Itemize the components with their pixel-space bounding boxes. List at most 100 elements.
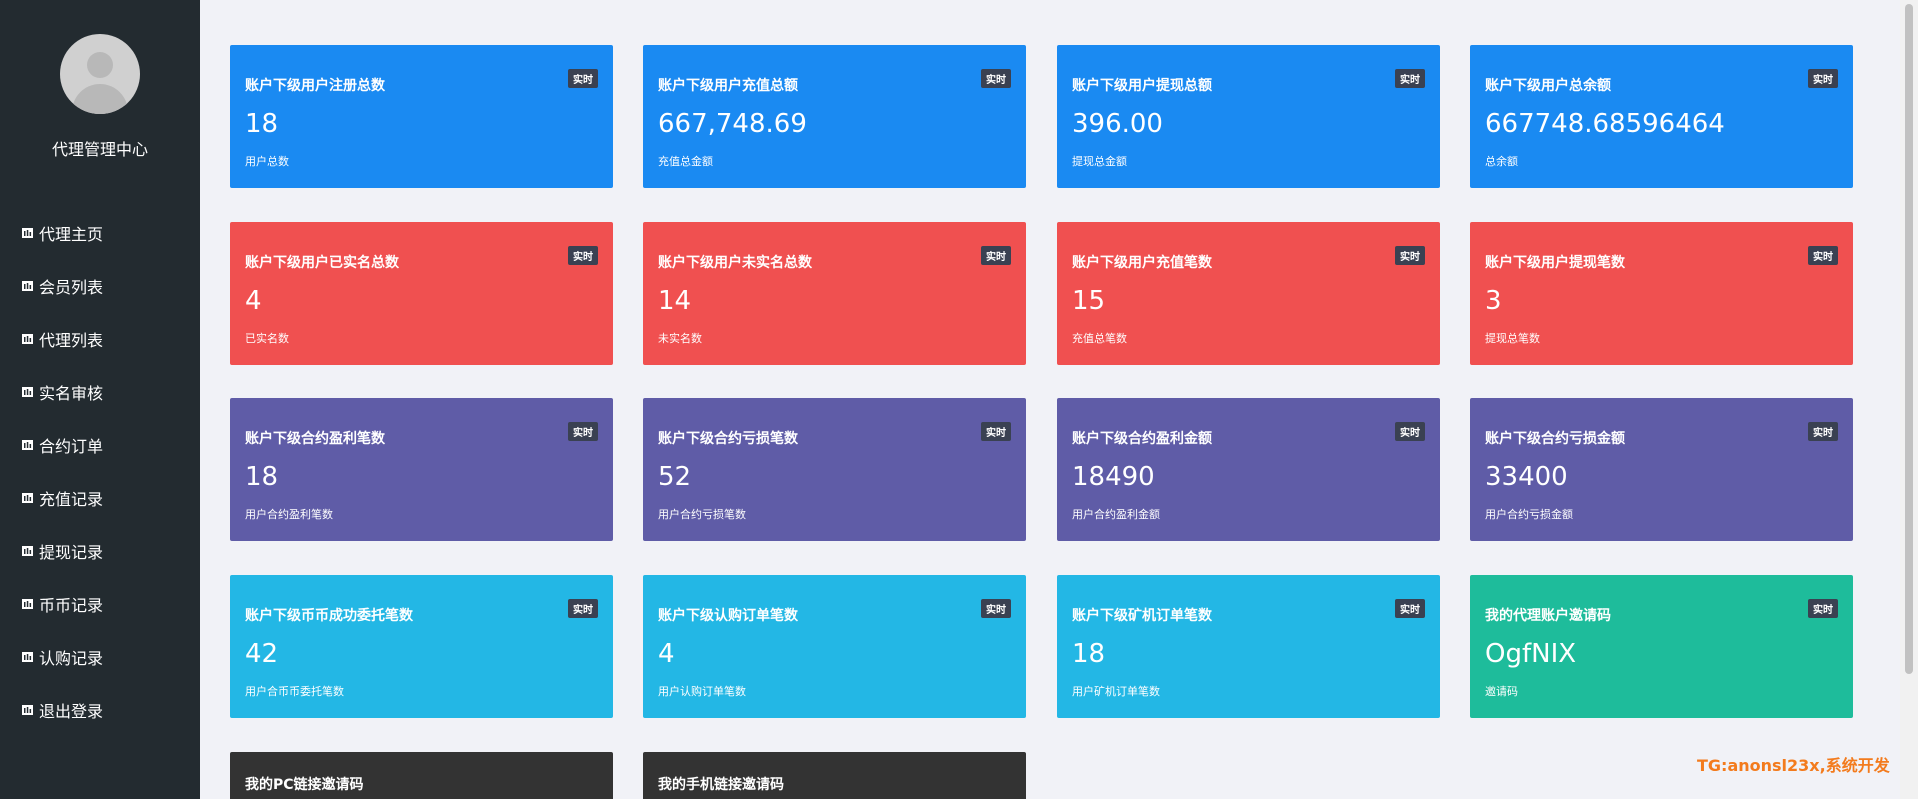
bar-chart-icon: [22, 280, 33, 291]
card-value: 33400: [1485, 462, 1568, 492]
stat-card-contract-loss-count: 账户下级合约亏损笔数 实时 52 用户合约亏损笔数: [643, 398, 1026, 541]
card-title: 账户下级矿机订单笔数: [1072, 608, 1212, 624]
card-title: 账户下级用户提现笔数: [1485, 255, 1625, 271]
vertical-scrollbar[interactable]: [1900, 0, 1918, 799]
realtime-badge: 实时: [568, 599, 598, 618]
bar-chart-icon: [22, 704, 33, 715]
card-value: 667,748.69: [658, 109, 807, 139]
card-subtitle: 用户总数: [245, 155, 289, 168]
realtime-badge: 实时: [1395, 422, 1425, 441]
avatar[interactable]: [60, 34, 140, 114]
realtime-badge: 实时: [1808, 69, 1838, 88]
bar-chart-icon: [22, 651, 33, 662]
stat-card-balance-total: 账户下级用户总余额 实时 667748.68596464 总余额: [1470, 45, 1853, 188]
realtime-badge: 实时: [568, 246, 598, 265]
stat-card-deposit-total: 账户下级用户充值总额 实时 667,748.69 充值总金额: [643, 45, 1026, 188]
bar-chart-icon: [22, 492, 33, 503]
card-subtitle: 提现总笔数: [1485, 332, 1540, 345]
card-subtitle: 已实名数: [245, 332, 289, 345]
card-value: 4: [658, 639, 675, 669]
sidebar-item-label: 认购记录: [39, 648, 104, 668]
realtime-badge: 实时: [1395, 69, 1425, 88]
card-value: 14: [658, 286, 692, 316]
card-subtitle: 用户合约亏损金额: [1485, 508, 1573, 521]
sidebar-nav: 代理主页 会员列表 代理列表 实名审核 合约订单 充值记录 提现记录 币币记录 …: [0, 206, 200, 736]
stat-card-invite-code: 我的代理账户邀请码 实时 OgfNIX 邀请码: [1470, 575, 1853, 718]
realtime-badge: 实时: [981, 422, 1011, 441]
realtime-badge: 实时: [1395, 599, 1425, 618]
sidebar-item-logout[interactable]: 退出登录: [0, 683, 200, 736]
card-title: 账户下级用户总余额: [1485, 78, 1611, 94]
sidebar-item-label: 提现记录: [39, 542, 104, 562]
invite-code-value[interactable]: OgfNIX: [1485, 639, 1576, 669]
card-subtitle: 充值总笔数: [1072, 332, 1127, 345]
sidebar-item-label: 会员列表: [39, 277, 104, 297]
sidebar-item-coin-records[interactable]: 币币记录: [0, 577, 200, 630]
card-value: 18490: [1072, 462, 1155, 492]
card-title: 我的代理账户邀请码: [1485, 608, 1611, 624]
sidebar-item-member-list[interactable]: 会员列表: [0, 259, 200, 312]
avatar-body-shape: [72, 84, 128, 114]
card-subtitle: 用户合币币委托笔数: [245, 685, 344, 698]
realtime-badge: 实时: [568, 69, 598, 88]
stat-card-mobile-invite-link: 我的手机链接邀请码: [643, 752, 1026, 799]
card-title: 账户下级币币成功委托笔数: [245, 608, 413, 624]
bar-chart-icon: [22, 227, 33, 238]
stat-card-contract-profit-count: 账户下级合约盈利笔数 实时 18 用户合约盈利笔数: [230, 398, 613, 541]
realtime-badge: 实时: [1808, 599, 1838, 618]
sidebar-item-withdraw-records[interactable]: 提现记录: [0, 524, 200, 577]
card-title: 账户下级用户已实名总数: [245, 255, 399, 271]
card-subtitle: 用户合约盈利金额: [1072, 508, 1160, 521]
card-title: 账户下级用户提现总额: [1072, 78, 1212, 94]
card-title: 我的PC链接邀请码: [245, 777, 364, 793]
dashboard-main: 账户下级用户注册总数 实时 18 用户总数 账户下级用户充值总额 实时 667,…: [200, 0, 1900, 799]
scrollbar-thumb[interactable]: [1905, 4, 1913, 674]
sidebar-item-label: 退出登录: [39, 701, 104, 721]
card-value: 42: [245, 639, 279, 669]
sidebar-item-label: 合约订单: [39, 436, 104, 456]
sidebar-item-deposit-records[interactable]: 充值记录: [0, 471, 200, 524]
bar-chart-icon: [22, 386, 33, 397]
bar-chart-icon: [22, 545, 33, 556]
sidebar-item-label: 实名审核: [39, 383, 104, 403]
card-subtitle: 邀请码: [1485, 685, 1518, 698]
sidebar: 代理管理中心 代理主页 会员列表 代理列表 实名审核 合约订单 充值记录 提现记…: [0, 0, 200, 799]
stat-card-contract-profit-amount: 账户下级合约盈利金额 实时 18490 用户合约盈利金额: [1057, 398, 1440, 541]
card-value: 18: [245, 109, 279, 139]
stat-card-registered-users: 账户下级用户注册总数 实时 18 用户总数: [230, 45, 613, 188]
sidebar-item-kyc-review[interactable]: 实名审核: [0, 365, 200, 418]
realtime-badge: 实时: [1808, 246, 1838, 265]
stat-card-unverified-users: 账户下级用户未实名总数 实时 14 未实名数: [643, 222, 1026, 365]
avatar-head-shape: [87, 52, 113, 78]
card-value: 396.00: [1072, 109, 1163, 139]
stat-card-withdraw-total: 账户下级用户提现总额 实时 396.00 提现总金额: [1057, 45, 1440, 188]
card-subtitle: 总余额: [1485, 155, 1518, 168]
sidebar-item-agent-list[interactable]: 代理列表: [0, 312, 200, 365]
stat-card-contract-loss-amount: 账户下级合约亏损金额 实时 33400 用户合约亏损金额: [1470, 398, 1853, 541]
card-value: 667748.68596464: [1485, 109, 1725, 139]
sidebar-item-label: 币币记录: [39, 595, 104, 615]
card-title: 账户下级合约盈利金额: [1072, 431, 1212, 447]
brand-title: 代理管理中心: [51, 140, 148, 159]
card-title: 账户下级用户充值总额: [658, 78, 798, 94]
realtime-badge: 实时: [981, 599, 1011, 618]
sidebar-item-label: 代理主页: [39, 224, 104, 244]
sidebar-item-subscription-records[interactable]: 认购记录: [0, 630, 200, 683]
sidebar-item-label: 充值记录: [39, 489, 104, 509]
stat-card-coin-orders: 账户下级币币成功委托笔数 实时 42 用户合币币委托笔数: [230, 575, 613, 718]
stat-card-verified-users: 账户下级用户已实名总数 实时 4 已实名数: [230, 222, 613, 365]
card-value: 18: [245, 462, 279, 492]
sidebar-item-agent-home[interactable]: 代理主页: [0, 206, 200, 259]
stat-card-deposit-count: 账户下级用户充值笔数 实时 15 充值总笔数: [1057, 222, 1440, 365]
app-root: 代理管理中心 代理主页 会员列表 代理列表 实名审核 合约订单 充值记录 提现记…: [0, 0, 1918, 799]
sidebar-item-contract-orders[interactable]: 合约订单: [0, 418, 200, 471]
realtime-badge: 实时: [1808, 422, 1838, 441]
card-title: 账户下级认购订单笔数: [658, 608, 798, 624]
card-subtitle: 用户合约盈利笔数: [245, 508, 333, 521]
realtime-badge: 实时: [981, 246, 1011, 265]
bar-chart-icon: [22, 333, 33, 344]
card-title: 账户下级用户未实名总数: [658, 255, 812, 271]
stat-card-subscription-orders: 账户下级认购订单笔数 实时 4 用户认购订单笔数: [643, 575, 1026, 718]
card-subtitle: 用户认购订单笔数: [658, 685, 746, 698]
card-subtitle: 用户矿机订单笔数: [1072, 685, 1160, 698]
